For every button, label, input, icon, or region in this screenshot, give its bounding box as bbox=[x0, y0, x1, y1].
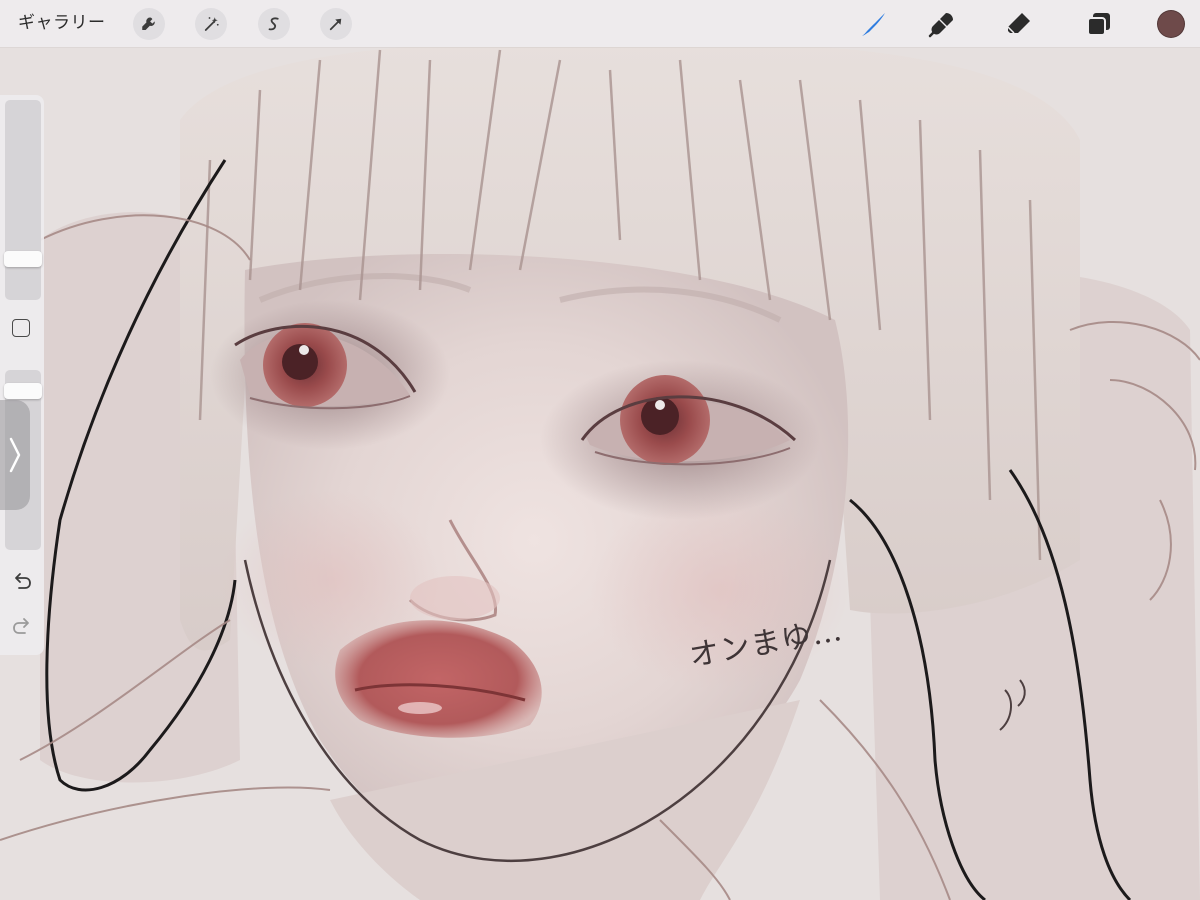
gallery-button[interactable]: ギャラリー bbox=[18, 0, 106, 47]
smudge-icon bbox=[928, 13, 953, 38]
sidebar-toggle[interactable] bbox=[0, 400, 30, 510]
color-swatch[interactable] bbox=[1157, 10, 1185, 38]
selection-s-icon bbox=[268, 17, 279, 31]
brush-size-thumb[interactable] bbox=[4, 250, 42, 267]
redo-icon bbox=[13, 618, 29, 634]
brush-size-slider[interactable] bbox=[4, 100, 42, 300]
drawing-canvas[interactable] bbox=[0, 0, 1200, 900]
eraser-tool[interactable] bbox=[1002, 7, 1036, 41]
smudge-tool[interactable] bbox=[925, 7, 959, 41]
transform-button[interactable] bbox=[320, 8, 352, 40]
undo-icon bbox=[15, 573, 31, 589]
adjustments-button[interactable] bbox=[195, 8, 227, 40]
layers-icon bbox=[1087, 13, 1110, 36]
top-toolbar: ギャラリー bbox=[0, 0, 1200, 47]
layers-button[interactable] bbox=[1082, 7, 1116, 41]
brush-icon bbox=[862, 13, 885, 36]
sidebar bbox=[0, 95, 44, 655]
undo-button[interactable] bbox=[11, 570, 33, 592]
redo-button[interactable] bbox=[11, 615, 33, 637]
procreate-app: オンまゆ… ギャラリー bbox=[0, 0, 1200, 900]
selection-button[interactable] bbox=[258, 8, 290, 40]
magic-wand-icon bbox=[204, 17, 219, 31]
arrow-cursor-icon bbox=[329, 18, 342, 31]
wrench-icon bbox=[142, 17, 155, 30]
paint-tool[interactable] bbox=[857, 7, 891, 41]
eraser-icon bbox=[1007, 13, 1030, 34]
chevron-right-icon bbox=[9, 437, 21, 473]
modify-button[interactable] bbox=[12, 319, 30, 337]
actions-button[interactable] bbox=[133, 8, 165, 40]
opacity-thumb[interactable] bbox=[4, 383, 42, 400]
